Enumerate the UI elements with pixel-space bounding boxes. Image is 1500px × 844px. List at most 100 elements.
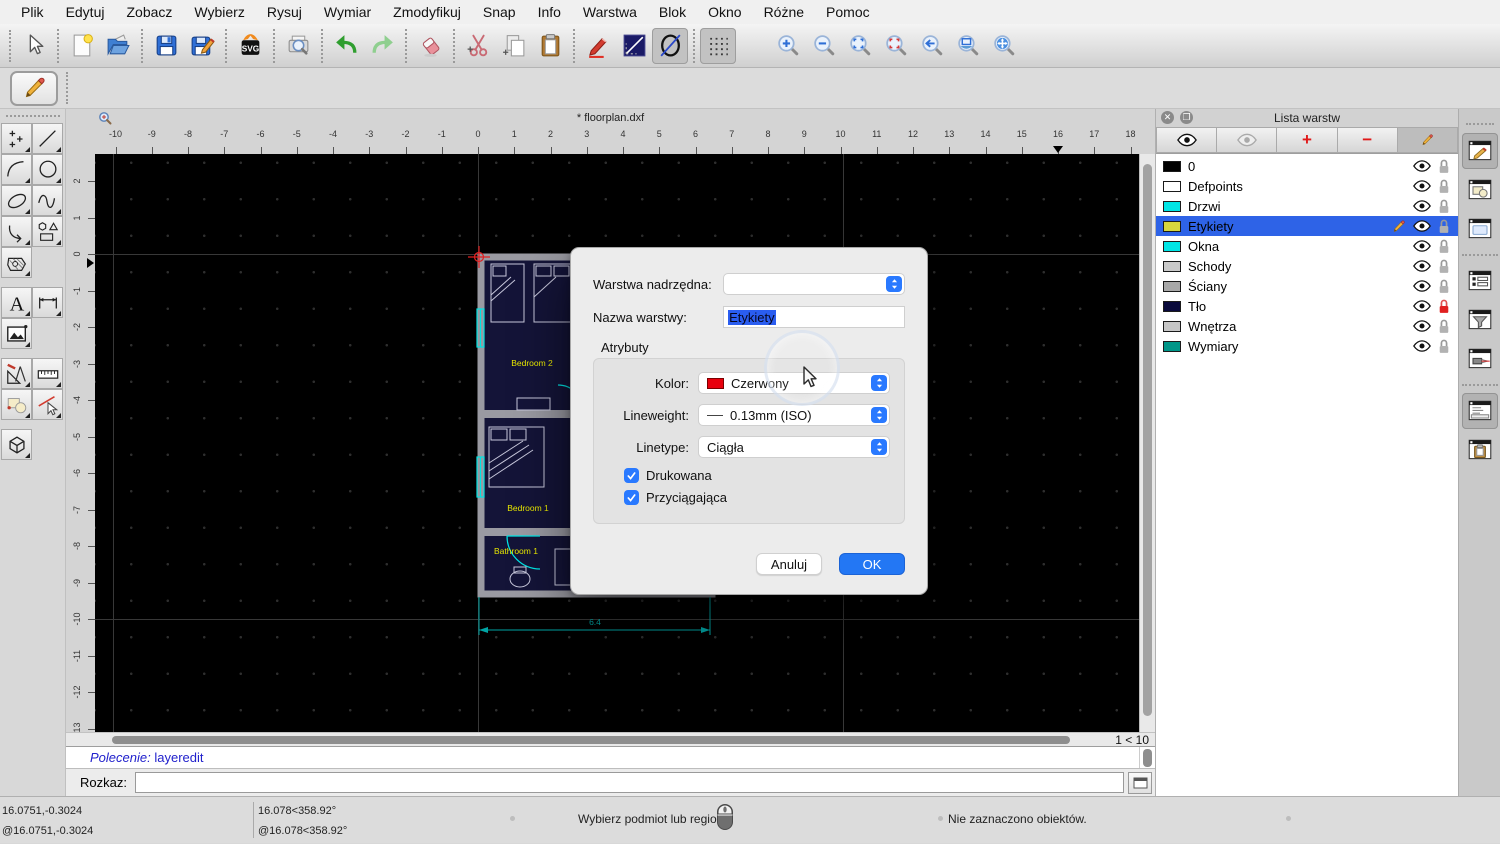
edit-layer-icon[interactable] [1391,219,1406,234]
dock-clipboard-button[interactable] [1462,432,1498,468]
line-rect-button[interactable] [616,28,652,64]
menu-warstwa[interactable]: Warstwa [572,4,648,20]
menu-okno[interactable]: Okno [697,4,752,20]
zoom-auto-button[interactable] [842,28,878,64]
save-button[interactable] [148,28,184,64]
circle-slash-button[interactable] [652,28,688,64]
layer-visibility-eye-icon[interactable] [1413,220,1431,232]
open-folder-button[interactable] [100,28,136,64]
dock-command-button[interactable] [1462,393,1498,429]
menu-plik[interactable]: Plik [10,4,55,20]
dimension-tool-button[interactable] [32,287,63,318]
menu-r-ne[interactable]: Różne [753,4,815,20]
checkbox-drukowana[interactable] [624,468,639,483]
layer-lock-icon[interactable] [1438,198,1450,214]
redo-button[interactable] [364,28,400,64]
menu-wymiar[interactable]: Wymiar [313,4,382,20]
float-panel-icon[interactable]: ❐ [1180,111,1193,124]
eye-gray-layer-button[interactable] [1216,127,1276,153]
command-input[interactable] [135,772,1124,793]
layer-row-0[interactable]: 0 [1156,156,1458,176]
measure-tool-button[interactable] [32,358,63,389]
layer-lock-icon[interactable] [1438,218,1450,234]
palette-handle[interactable] [6,115,60,117]
cursor-button[interactable] [16,28,52,64]
paste-button[interactable] [532,28,568,64]
zoom-out-button[interactable] [806,28,842,64]
vertical-scrollbar[interactable] [1139,154,1155,732]
history-scrollbar[interactable] [1139,747,1155,768]
menu-blok[interactable]: Blok [648,4,697,20]
layer-row-etykiety[interactable]: Etykiety [1156,216,1458,236]
layer-lock-icon[interactable] [1438,258,1450,274]
layer-lock-icon[interactable] [1438,238,1450,254]
undo-button[interactable] [328,28,364,64]
eye-layer-button[interactable] [1156,127,1216,153]
menu-edytuj[interactable]: Edytuj [55,4,116,20]
command-window-toggle-button[interactable] [1128,772,1152,794]
ellipse-tool-button[interactable] [1,185,32,216]
zoom-select-button[interactable] [878,28,914,64]
dock-list-button[interactable] [1462,263,1498,299]
dock-layers-button[interactable] [1462,133,1498,169]
layer-lock-icon[interactable] [1438,298,1450,314]
cut-button[interactable] [460,28,496,64]
linetype-select[interactable]: Ciągła [698,436,890,458]
menu-wybierz[interactable]: Wybierz [183,4,255,20]
stepper-icon[interactable] [871,439,887,455]
new-file-button[interactable] [64,28,100,64]
layer-lock-icon[interactable] [1438,318,1450,334]
pen-button[interactable] [580,28,616,64]
spline-tool-button[interactable] [32,185,63,216]
dock-library-button[interactable] [1462,211,1498,247]
dock-pen-button[interactable] [1462,341,1498,377]
menu-rysuj[interactable]: Rysuj [256,4,313,20]
stepper-icon[interactable] [871,407,887,423]
polyline-tool-button[interactable] [1,216,32,247]
menu-info[interactable]: Info [527,4,572,20]
select-tool-button[interactable] [32,389,63,420]
layer-visibility-eye-icon[interactable] [1413,180,1431,192]
image-tool-button[interactable] [1,318,32,349]
layer-visibility-eye-icon[interactable] [1413,260,1431,272]
dock-blocks-button[interactable] [1462,172,1498,208]
print-preview-button[interactable] [280,28,316,64]
line-tool-button[interactable] [32,123,63,154]
layer-row-t-o[interactable]: Tło [1156,296,1458,316]
layer-lock-icon[interactable] [1438,278,1450,294]
pencil-layer-button[interactable] [1397,127,1458,153]
dock-filter-button[interactable] [1462,302,1498,338]
layer-lock-icon[interactable] [1438,178,1450,194]
stepper-icon[interactable] [886,276,902,292]
layer-name-input[interactable]: Etykiety [723,306,905,328]
stepper-icon[interactable] [871,375,887,391]
save-as-button[interactable] [184,28,220,64]
menu-zobacz[interactable]: Zobacz [115,4,183,20]
active-pencil-tool-button[interactable] [10,71,58,106]
horizontal-scrollbar[interactable] [90,734,1107,746]
layer-row-okna[interactable]: Okna [1156,236,1458,256]
layer-row-drzwi[interactable]: Drzwi [1156,196,1458,216]
checkbox-przyci-gaj-ca[interactable] [624,490,639,505]
toolbar-handle[interactable] [9,30,11,62]
zoom-pan-button[interactable] [986,28,1022,64]
modify-tool-button[interactable] [1,358,32,389]
zoom-in-button[interactable] [770,28,806,64]
menu-snap[interactable]: Snap [472,4,527,20]
layer-row-wn-trza[interactable]: Wnętrza [1156,316,1458,336]
layer-visibility-eye-icon[interactable] [1413,340,1431,352]
svg-export-button[interactable]: SVG [232,28,268,64]
arc-tool-button[interactable] [1,154,32,185]
lineweight-select[interactable]: 0.13mm (ISO) [698,404,890,426]
eraser-button[interactable] [412,28,448,64]
grid-button[interactable] [700,28,736,64]
layer-visibility-eye-icon[interactable] [1413,160,1431,172]
hatch-tool-button[interactable] [1,247,32,278]
cancel-button[interactable]: Anuluj [756,553,822,575]
zoom-previous-button[interactable] [914,28,950,64]
parent-layer-select[interactable] [723,273,905,295]
layer-visibility-eye-icon[interactable] [1413,320,1431,332]
menu-pomoc[interactable]: Pomoc [815,4,881,20]
toolbar-handle[interactable] [66,72,68,104]
copy-button[interactable] [496,28,532,64]
